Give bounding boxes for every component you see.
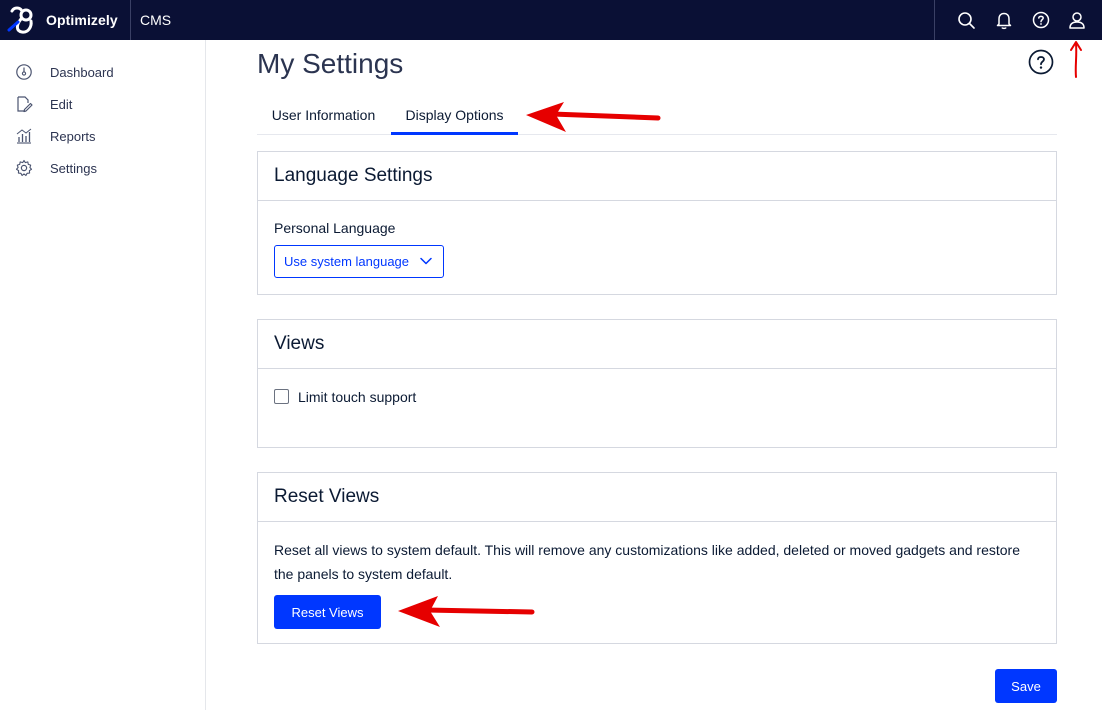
personal-language-select[interactable]: Use system language xyxy=(274,245,444,278)
annotation-arrow-left-icon xyxy=(398,596,535,627)
card-heading: Language Settings xyxy=(258,152,1056,201)
sidebar-item-dashboard[interactable]: Dashboard xyxy=(0,58,205,86)
chevron-down-icon xyxy=(420,257,432,265)
bell-icon[interactable] xyxy=(993,9,1015,31)
reports-icon xyxy=(16,128,32,144)
tab-label: User Information xyxy=(271,107,376,123)
top-bar: Optimizely CMS xyxy=(0,0,1102,40)
topbar-divider xyxy=(130,0,131,40)
reset-views-card: Reset Views Reset all views to system de… xyxy=(257,472,1057,644)
tab-label: Display Options xyxy=(405,107,504,123)
limit-touch-support-checkbox[interactable] xyxy=(274,389,289,404)
language-settings-card: Language Settings Personal Language Use … xyxy=(257,151,1057,295)
sidebar-item-label: Reports xyxy=(50,129,96,144)
topbar-divider xyxy=(934,0,935,40)
personal-language-label: Personal Language xyxy=(274,220,396,236)
tab-display-options[interactable]: Display Options xyxy=(391,100,518,135)
optimizely-logo-icon[interactable] xyxy=(6,3,40,37)
help-icon[interactable] xyxy=(1028,49,1054,75)
sidebar-item-edit[interactable]: Edit xyxy=(0,90,205,118)
sidebar-item-label: Dashboard xyxy=(50,65,114,80)
help-icon[interactable] xyxy=(1030,9,1052,31)
save-button[interactable]: Save xyxy=(995,669,1057,703)
limit-touch-support-label[interactable]: Limit touch support xyxy=(298,389,416,405)
card-heading: Views xyxy=(258,320,1056,369)
product-name[interactable]: CMS xyxy=(140,12,171,28)
annotation-arrow-left-icon xyxy=(526,102,661,132)
edit-icon xyxy=(17,96,33,113)
sidebar-item-reports[interactable]: Reports xyxy=(0,122,205,150)
page-title: My Settings xyxy=(257,48,404,79)
sidebar-item-settings[interactable]: Settings xyxy=(0,154,205,182)
reset-views-description: Reset all views to system default. This … xyxy=(274,542,1020,582)
gear-icon xyxy=(15,159,33,177)
sidebar-item-label: Settings xyxy=(50,161,97,176)
card-heading: Reset Views xyxy=(258,473,1056,522)
select-value: Use system language xyxy=(284,254,410,269)
sidebar: Dashboard Edit Reports Settings xyxy=(0,40,206,710)
button-label: Reset Views xyxy=(291,605,364,620)
sidebar-item-label: Edit xyxy=(50,97,73,112)
button-label: Save xyxy=(1011,679,1041,694)
dashboard-icon xyxy=(16,64,32,80)
views-card: Views Limit touch support xyxy=(257,319,1057,448)
annotation-arrow-up-icon xyxy=(1070,41,1082,78)
user-icon[interactable] xyxy=(1066,9,1088,31)
search-icon[interactable] xyxy=(955,9,977,31)
tab-user-information[interactable]: User Information xyxy=(257,100,390,135)
reset-views-button[interactable]: Reset Views xyxy=(274,595,381,629)
brand-name[interactable]: Optimizely xyxy=(46,12,118,28)
